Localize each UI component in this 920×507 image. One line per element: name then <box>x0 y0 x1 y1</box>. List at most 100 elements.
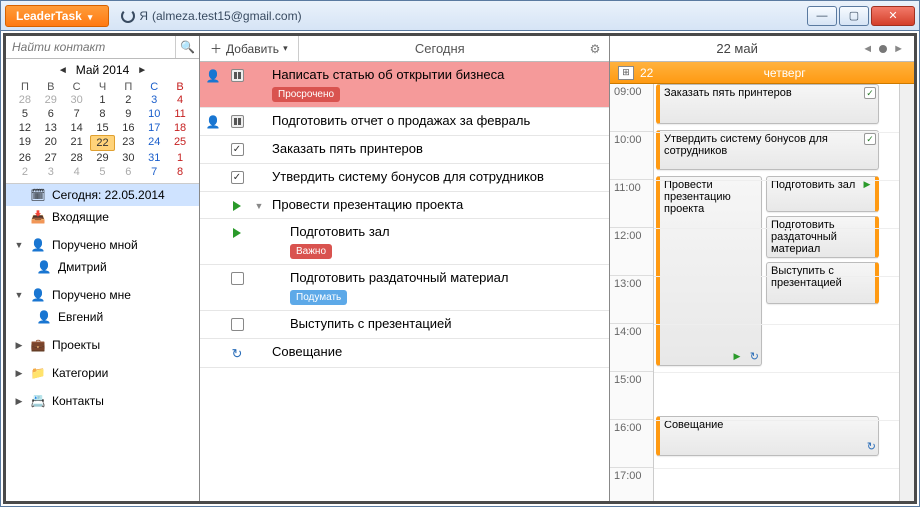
event-canvas[interactable]: Заказать пять принтеров ✓ Утвердить сист… <box>654 84 899 501</box>
nav-assigned-to-me-child[interactable]: 👤 Евгений <box>6 306 199 328</box>
calendar-day[interactable]: 19 <box>12 135 38 151</box>
calendar-day[interactable]: 27 <box>38 151 64 165</box>
calendar-next[interactable]: ► <box>137 65 147 76</box>
calendar-weekday: В <box>38 81 64 93</box>
event-block[interactable]: Подготовить раздаточный материал <box>766 216 879 258</box>
calendar-day[interactable]: 8 <box>90 107 116 121</box>
search-input[interactable] <box>6 36 175 58</box>
calendar-day[interactable]: 8 <box>167 165 193 179</box>
play-icon[interactable] <box>233 228 241 238</box>
calendar-day[interactable]: 20 <box>38 135 64 151</box>
calendar-day[interactable]: 14 <box>64 121 90 135</box>
play-icon[interactable] <box>233 201 241 211</box>
event-block[interactable]: Выступить с презентацией <box>766 262 879 304</box>
scrollbar[interactable] <box>899 84 914 501</box>
calendar-day[interactable]: 25 <box>167 135 193 151</box>
calendar-day[interactable]: 5 <box>12 107 38 121</box>
sync-status[interactable]: Я (almeza.test15@gmail.com) <box>121 9 301 23</box>
gear-icon[interactable]: ⚙ <box>581 42 609 56</box>
calendar-day[interactable]: 12 <box>12 121 38 135</box>
day-today-dot[interactable] <box>879 45 887 53</box>
task-row[interactable]: Подготовить залВажно <box>200 219 609 265</box>
calendar-day[interactable]: 23 <box>115 135 141 151</box>
calendar-day[interactable]: 31 <box>141 151 167 165</box>
pause-icon[interactable] <box>231 115 244 128</box>
nav-inbox[interactable]: 📥 Входящие <box>6 206 199 228</box>
checkbox-icon[interactable] <box>231 272 244 285</box>
nav-assigned-to-me[interactable]: ▼ 👤 Поручено мне <box>6 284 199 306</box>
checkbox-icon[interactable] <box>231 318 244 331</box>
task-row[interactable]: 👤Подготовить отчет о продажах за февраль <box>200 108 609 136</box>
calendar-day[interactable]: 15 <box>90 121 116 135</box>
event-block[interactable]: Заказать пять принтеров ✓ <box>656 84 879 124</box>
event-done-checkbox[interactable]: ▶ <box>731 351 743 363</box>
calendar-day[interactable]: 11 <box>167 107 193 121</box>
calendar-day[interactable]: 13 <box>38 121 64 135</box>
calendar-day[interactable]: 1 <box>167 151 193 165</box>
calendar-day[interactable]: 29 <box>90 151 116 165</box>
task-row[interactable]: 👤Написать статью об открытии бизнесаПрос… <box>200 62 609 108</box>
nav-categories[interactable]: ▶ 📁 Категории <box>6 362 199 384</box>
event-done-checkbox[interactable]: ✓ <box>864 87 876 99</box>
calendar-day[interactable]: 1 <box>90 93 116 107</box>
search-icon[interactable]: 🔍 <box>175 36 199 58</box>
chevron-down-icon[interactable]: ▼ <box>252 197 266 211</box>
grid-toggle-icon[interactable]: ⊞ <box>618 66 634 80</box>
calendar-day[interactable]: 5 <box>90 165 116 179</box>
task-title: Выступить с презентацией <box>290 316 601 333</box>
event-block[interactable]: Совещание ↻ <box>656 416 879 456</box>
event-block[interactable]: Утвердить систему бонусов для сотруднико… <box>656 130 879 170</box>
event-block[interactable]: Провести презентацию проекта ▶ ↻ <box>656 176 762 366</box>
calendar-prev[interactable]: ◄ <box>58 65 68 76</box>
calendar-day[interactable]: 17 <box>141 121 167 135</box>
calendar-day[interactable]: 22 <box>90 135 116 151</box>
task-row[interactable]: Заказать пять принтеров <box>200 136 609 164</box>
calendar-day[interactable]: 4 <box>64 165 90 179</box>
calendar-day[interactable]: 30 <box>64 93 90 107</box>
task-row[interactable]: ▼Провести презентацию проекта <box>200 192 609 220</box>
calendar-day[interactable]: 30 <box>115 151 141 165</box>
day-prev[interactable]: ◄ <box>858 43 877 55</box>
calendar-day[interactable]: 2 <box>12 165 38 179</box>
add-task-button[interactable]: ＋ Добавить ▾ <box>200 36 299 61</box>
calendar-day[interactable]: 26 <box>12 151 38 165</box>
calendar-day[interactable]: 10 <box>141 107 167 121</box>
maximize-button[interactable]: ▢ <box>839 6 869 26</box>
calendar-day[interactable]: 16 <box>115 121 141 135</box>
day-next[interactable]: ► <box>889 43 908 55</box>
nav-projects[interactable]: ▶ 💼 Проекты <box>6 334 199 356</box>
hour-gridline <box>654 372 899 373</box>
calendar-day[interactable]: 29 <box>38 93 64 107</box>
checkbox-checked-icon[interactable] <box>231 143 244 156</box>
calendar-day[interactable]: 28 <box>64 151 90 165</box>
minimize-button[interactable]: — <box>807 6 837 26</box>
calendar-day[interactable]: 21 <box>64 135 90 151</box>
calendar-day[interactable]: 28 <box>12 93 38 107</box>
nav-assigned-by-me[interactable]: ▼ 👤 Поручено мной <box>6 234 199 256</box>
calendar-day[interactable]: 18 <box>167 121 193 135</box>
task-row[interactable]: Подготовить раздаточный материалПодумать <box>200 265 609 311</box>
calendar-day[interactable]: 9 <box>115 107 141 121</box>
app-menu-button[interactable]: LeaderTask <box>5 5 109 27</box>
task-row[interactable]: Выступить с презентацией <box>200 311 609 339</box>
task-row[interactable]: ↻Совещание <box>200 339 609 368</box>
calendar-day[interactable]: 3 <box>141 93 167 107</box>
close-button[interactable]: ✕ <box>871 6 915 26</box>
calendar-day[interactable]: 4 <box>167 93 193 107</box>
calendar-day[interactable]: 3 <box>38 165 64 179</box>
repeat-icon[interactable]: ↻ <box>232 346 243 362</box>
calendar-day[interactable]: 7 <box>141 165 167 179</box>
event-block[interactable]: Подготовить зал ▶ <box>766 176 879 212</box>
calendar-day[interactable]: 6 <box>38 107 64 121</box>
nav-contacts[interactable]: ▶ 📇 Контакты <box>6 390 199 412</box>
task-row[interactable]: Утвердить систему бонусов для сотруднико… <box>200 164 609 192</box>
calendar-day[interactable]: 24 <box>141 135 167 151</box>
pause-icon[interactable] <box>231 69 244 82</box>
nav-assigned-by-me-child[interactable]: 👤 Дмитрий <box>6 256 199 278</box>
event-done-checkbox[interactable]: ✓ <box>864 133 876 145</box>
nav-today[interactable]: 🗓 Сегодня: 22.05.2014 <box>6 184 199 206</box>
calendar-day[interactable]: 6 <box>115 165 141 179</box>
calendar-day[interactable]: 2 <box>115 93 141 107</box>
calendar-day[interactable]: 7 <box>64 107 90 121</box>
checkbox-checked-icon[interactable] <box>231 171 244 184</box>
